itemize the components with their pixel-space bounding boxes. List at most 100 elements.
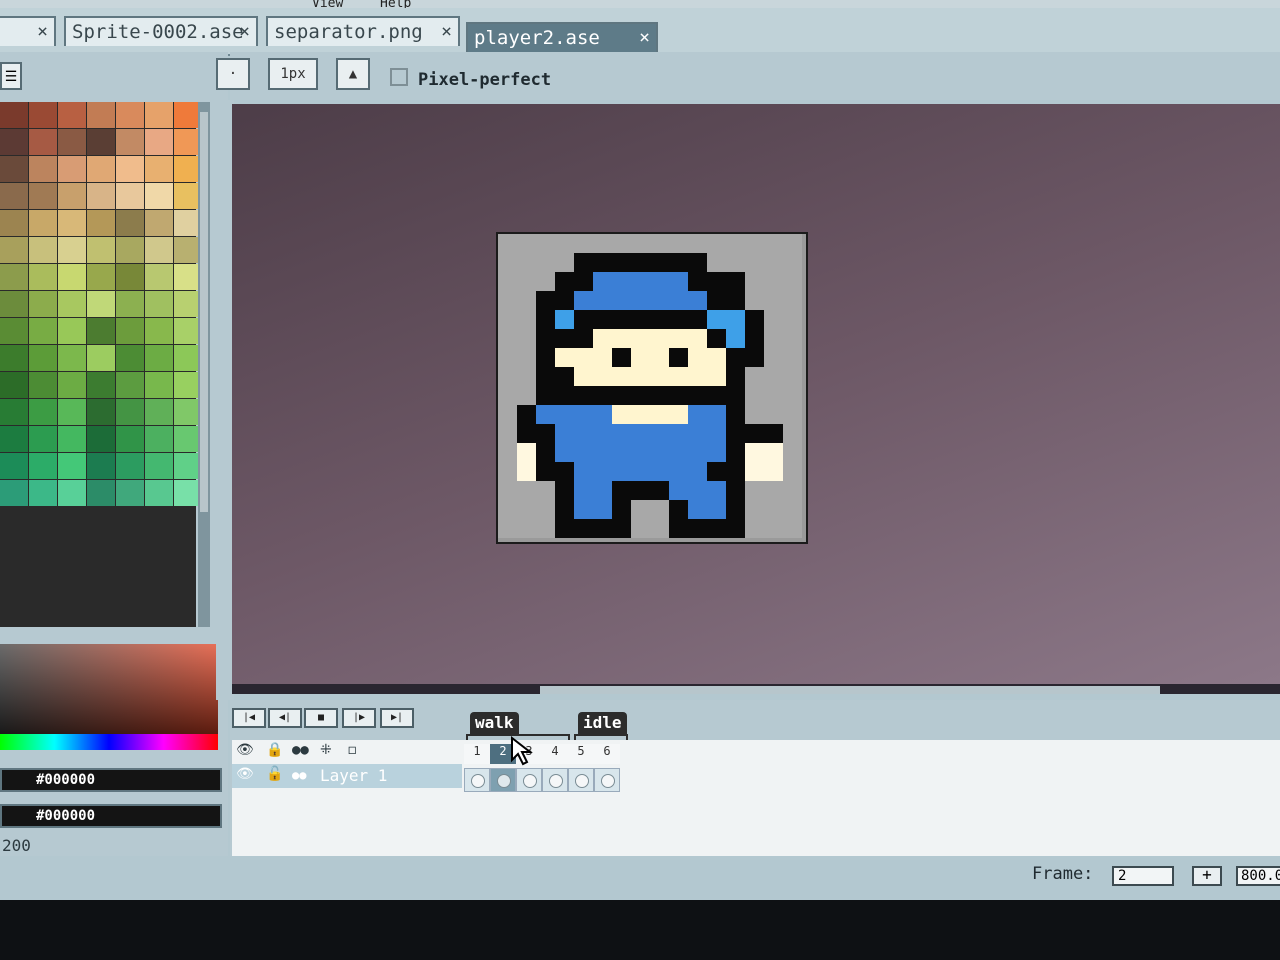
first-frame-button[interactable]: |◀ bbox=[232, 708, 266, 728]
palette-swatch[interactable] bbox=[58, 372, 86, 398]
palette-menu-icon[interactable]: ☰ bbox=[0, 62, 22, 90]
cel-frame-4[interactable] bbox=[542, 768, 568, 792]
palette-swatch[interactable] bbox=[116, 102, 144, 128]
palette-swatch[interactable] bbox=[29, 318, 57, 344]
palette-swatch[interactable] bbox=[87, 480, 115, 506]
visibility-header-icon[interactable]: 👁 bbox=[236, 742, 254, 758]
palette-swatch[interactable] bbox=[116, 399, 144, 425]
palette-swatch[interactable] bbox=[145, 453, 173, 479]
frame-header-6[interactable]: 6 bbox=[594, 744, 620, 764]
palette-swatch[interactable] bbox=[145, 183, 173, 209]
palette-swatch[interactable] bbox=[0, 264, 28, 290]
palette-swatch[interactable] bbox=[145, 426, 173, 452]
canvas-hscroll-thumb[interactable] bbox=[540, 686, 1160, 694]
palette-swatch[interactable] bbox=[29, 183, 57, 209]
palette-swatch[interactable] bbox=[87, 318, 115, 344]
cel-frame-5[interactable] bbox=[568, 768, 594, 792]
pixel-perfect-checkbox[interactable] bbox=[390, 68, 408, 86]
palette-swatch[interactable] bbox=[145, 264, 173, 290]
palette-swatch[interactable] bbox=[29, 156, 57, 182]
palette-swatch[interactable] bbox=[29, 480, 57, 506]
palette-swatch[interactable] bbox=[58, 453, 86, 479]
zoom-input[interactable]: 800.0 bbox=[1236, 866, 1280, 886]
palette-swatch[interactable] bbox=[58, 399, 86, 425]
palette-swatch[interactable] bbox=[87, 183, 115, 209]
palette-swatch[interactable] bbox=[0, 237, 28, 263]
palette-swatch[interactable] bbox=[29, 453, 57, 479]
palette-swatch[interactable] bbox=[58, 183, 86, 209]
tab-player2[interactable]: player2.ase × bbox=[466, 22, 658, 56]
palette-swatch[interactable] bbox=[29, 129, 57, 155]
previous-frame-button[interactable]: ◀| bbox=[268, 708, 302, 728]
hue-slider[interactable] bbox=[0, 734, 218, 750]
frame-header-5[interactable]: 5 bbox=[568, 744, 594, 764]
palette-swatch[interactable] bbox=[29, 426, 57, 452]
palette-swatch[interactable] bbox=[87, 210, 115, 236]
palette-swatch[interactable] bbox=[87, 237, 115, 263]
palette-swatch[interactable] bbox=[0, 426, 28, 452]
play-button[interactable]: |▶ bbox=[342, 708, 376, 728]
palette-grid[interactable] bbox=[0, 102, 202, 627]
palette-swatch[interactable] bbox=[0, 480, 28, 506]
lock-icon[interactable]: 🔓 bbox=[266, 766, 283, 782]
palette-swatch[interactable] bbox=[29, 291, 57, 317]
cel-frame-1[interactable] bbox=[464, 768, 490, 792]
color-picker-gradient[interactable] bbox=[0, 644, 218, 736]
palette-swatch[interactable] bbox=[0, 345, 28, 371]
palette-swatch[interactable] bbox=[116, 210, 144, 236]
foreground-color-field[interactable]: #000000 bbox=[0, 768, 222, 792]
palette-swatch[interactable] bbox=[87, 102, 115, 128]
palette-swatch[interactable] bbox=[116, 156, 144, 182]
palette-swatch[interactable] bbox=[87, 399, 115, 425]
palette-swatch[interactable] bbox=[0, 102, 28, 128]
palette-swatch[interactable] bbox=[58, 264, 86, 290]
close-icon[interactable]: × bbox=[639, 24, 650, 52]
frame-header-icon[interactable]: ◻ bbox=[348, 742, 356, 758]
palette-swatch[interactable] bbox=[58, 480, 86, 506]
palette-swatch[interactable] bbox=[29, 345, 57, 371]
cel-frame-6[interactable] bbox=[594, 768, 620, 792]
tab-previous[interactable]: × bbox=[0, 16, 56, 46]
palette-swatch[interactable] bbox=[87, 345, 115, 371]
close-icon[interactable]: × bbox=[441, 18, 452, 46]
frame-header-1[interactable]: 1 bbox=[464, 744, 490, 764]
cel-frame-3[interactable] bbox=[516, 768, 542, 792]
palette-swatch[interactable] bbox=[145, 156, 173, 182]
tag-walk[interactable]: walk bbox=[470, 712, 519, 734]
palette-swatch[interactable] bbox=[58, 210, 86, 236]
last-frame-button[interactable]: ▶| bbox=[380, 708, 414, 728]
palette-swatch[interactable] bbox=[87, 129, 115, 155]
palette-swatch[interactable] bbox=[0, 453, 28, 479]
tag-idle[interactable]: idle bbox=[578, 712, 627, 734]
palette-swatch[interactable] bbox=[29, 237, 57, 263]
palette-swatch[interactable] bbox=[29, 210, 57, 236]
close-icon[interactable]: × bbox=[37, 18, 48, 46]
palette-swatch[interactable] bbox=[87, 264, 115, 290]
palette-swatch[interactable] bbox=[58, 318, 86, 344]
palette-swatch[interactable] bbox=[0, 210, 28, 236]
tab-sprite-0002[interactable]: Sprite-0002.ase × bbox=[64, 16, 258, 46]
palette-swatch[interactable] bbox=[0, 183, 28, 209]
palette-swatch[interactable] bbox=[0, 372, 28, 398]
palette-swatch[interactable] bbox=[116, 318, 144, 344]
palette-swatch[interactable] bbox=[87, 453, 115, 479]
palette-swatch[interactable] bbox=[0, 318, 28, 344]
palette-swatch[interactable] bbox=[58, 237, 86, 263]
palette-swatch[interactable] bbox=[29, 102, 57, 128]
palette-swatch[interactable] bbox=[29, 372, 57, 398]
palette-swatch[interactable] bbox=[116, 183, 144, 209]
stop-button[interactable]: ■ bbox=[304, 708, 338, 728]
palette-swatch[interactable] bbox=[29, 399, 57, 425]
palette-swatch[interactable] bbox=[145, 480, 173, 506]
palette-swatch[interactable] bbox=[145, 318, 173, 344]
palette-swatch[interactable] bbox=[58, 291, 86, 317]
palette-swatch[interactable] bbox=[87, 156, 115, 182]
palette-swatch[interactable] bbox=[0, 399, 28, 425]
ink-icon[interactable]: ▲ bbox=[336, 58, 370, 90]
frame-input[interactable]: 2 bbox=[1112, 866, 1174, 886]
palette-swatch[interactable] bbox=[116, 453, 144, 479]
frame-header-4[interactable]: 4 bbox=[542, 744, 568, 764]
palette-swatch[interactable] bbox=[116, 426, 144, 452]
palette-swatch[interactable] bbox=[145, 129, 173, 155]
palette-scroll-thumb[interactable] bbox=[200, 112, 208, 512]
